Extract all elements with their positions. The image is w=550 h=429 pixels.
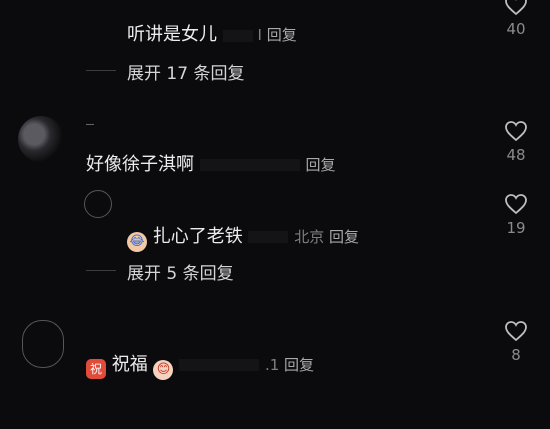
avatar[interactable]	[18, 116, 64, 162]
crying-face-icon: 😂	[127, 232, 147, 252]
reply-button[interactable]: 回复	[329, 228, 359, 246]
heart-outline-icon	[505, 121, 527, 142]
like-button[interactable]: 19	[503, 193, 529, 237]
comment-text: 听讲是女儿 I 回复	[127, 24, 297, 45]
comment-text: 好像徐子淇啊 回复	[86, 154, 336, 175]
like-count: 8	[511, 346, 521, 364]
baby-face-icon: 😊	[153, 360, 174, 380]
reply-button[interactable]: 回复	[284, 356, 314, 374]
expand-replies-button[interactable]: 展开 17 条回复	[127, 59, 244, 84]
divider-line	[86, 270, 116, 271]
avatar[interactable]	[22, 320, 64, 368]
reply-button[interactable]: 回复	[267, 26, 297, 44]
heart-outline-icon	[505, 194, 527, 215]
expand-replies-button[interactable]: 展开 5 条回复	[127, 259, 234, 284]
username[interactable]	[86, 124, 94, 125]
divider-line	[86, 70, 116, 71]
comment-meta: 北京 回复	[294, 228, 360, 246]
like-count: 19	[506, 219, 526, 237]
comment-text: 😂 扎心了老铁 北京 回复	[127, 222, 359, 252]
comment-meta: I 回复	[222, 26, 297, 44]
comment-meta: .1 回复	[264, 356, 315, 374]
like-count: 40	[506, 20, 526, 38]
avatar[interactable]	[84, 190, 112, 218]
heart-outline-icon	[505, 321, 527, 342]
like-count: 48	[506, 146, 526, 164]
like-button[interactable]: 40	[503, 0, 529, 38]
comment-text: 祝 祝福 😊 .1 回复	[86, 350, 314, 380]
reply-button[interactable]: 回复	[305, 156, 335, 174]
like-button[interactable]: 8	[503, 320, 529, 364]
zhu-sticker-icon: 祝	[86, 359, 106, 379]
heart-outline-icon	[505, 0, 527, 16]
like-button[interactable]: 48	[503, 120, 529, 164]
